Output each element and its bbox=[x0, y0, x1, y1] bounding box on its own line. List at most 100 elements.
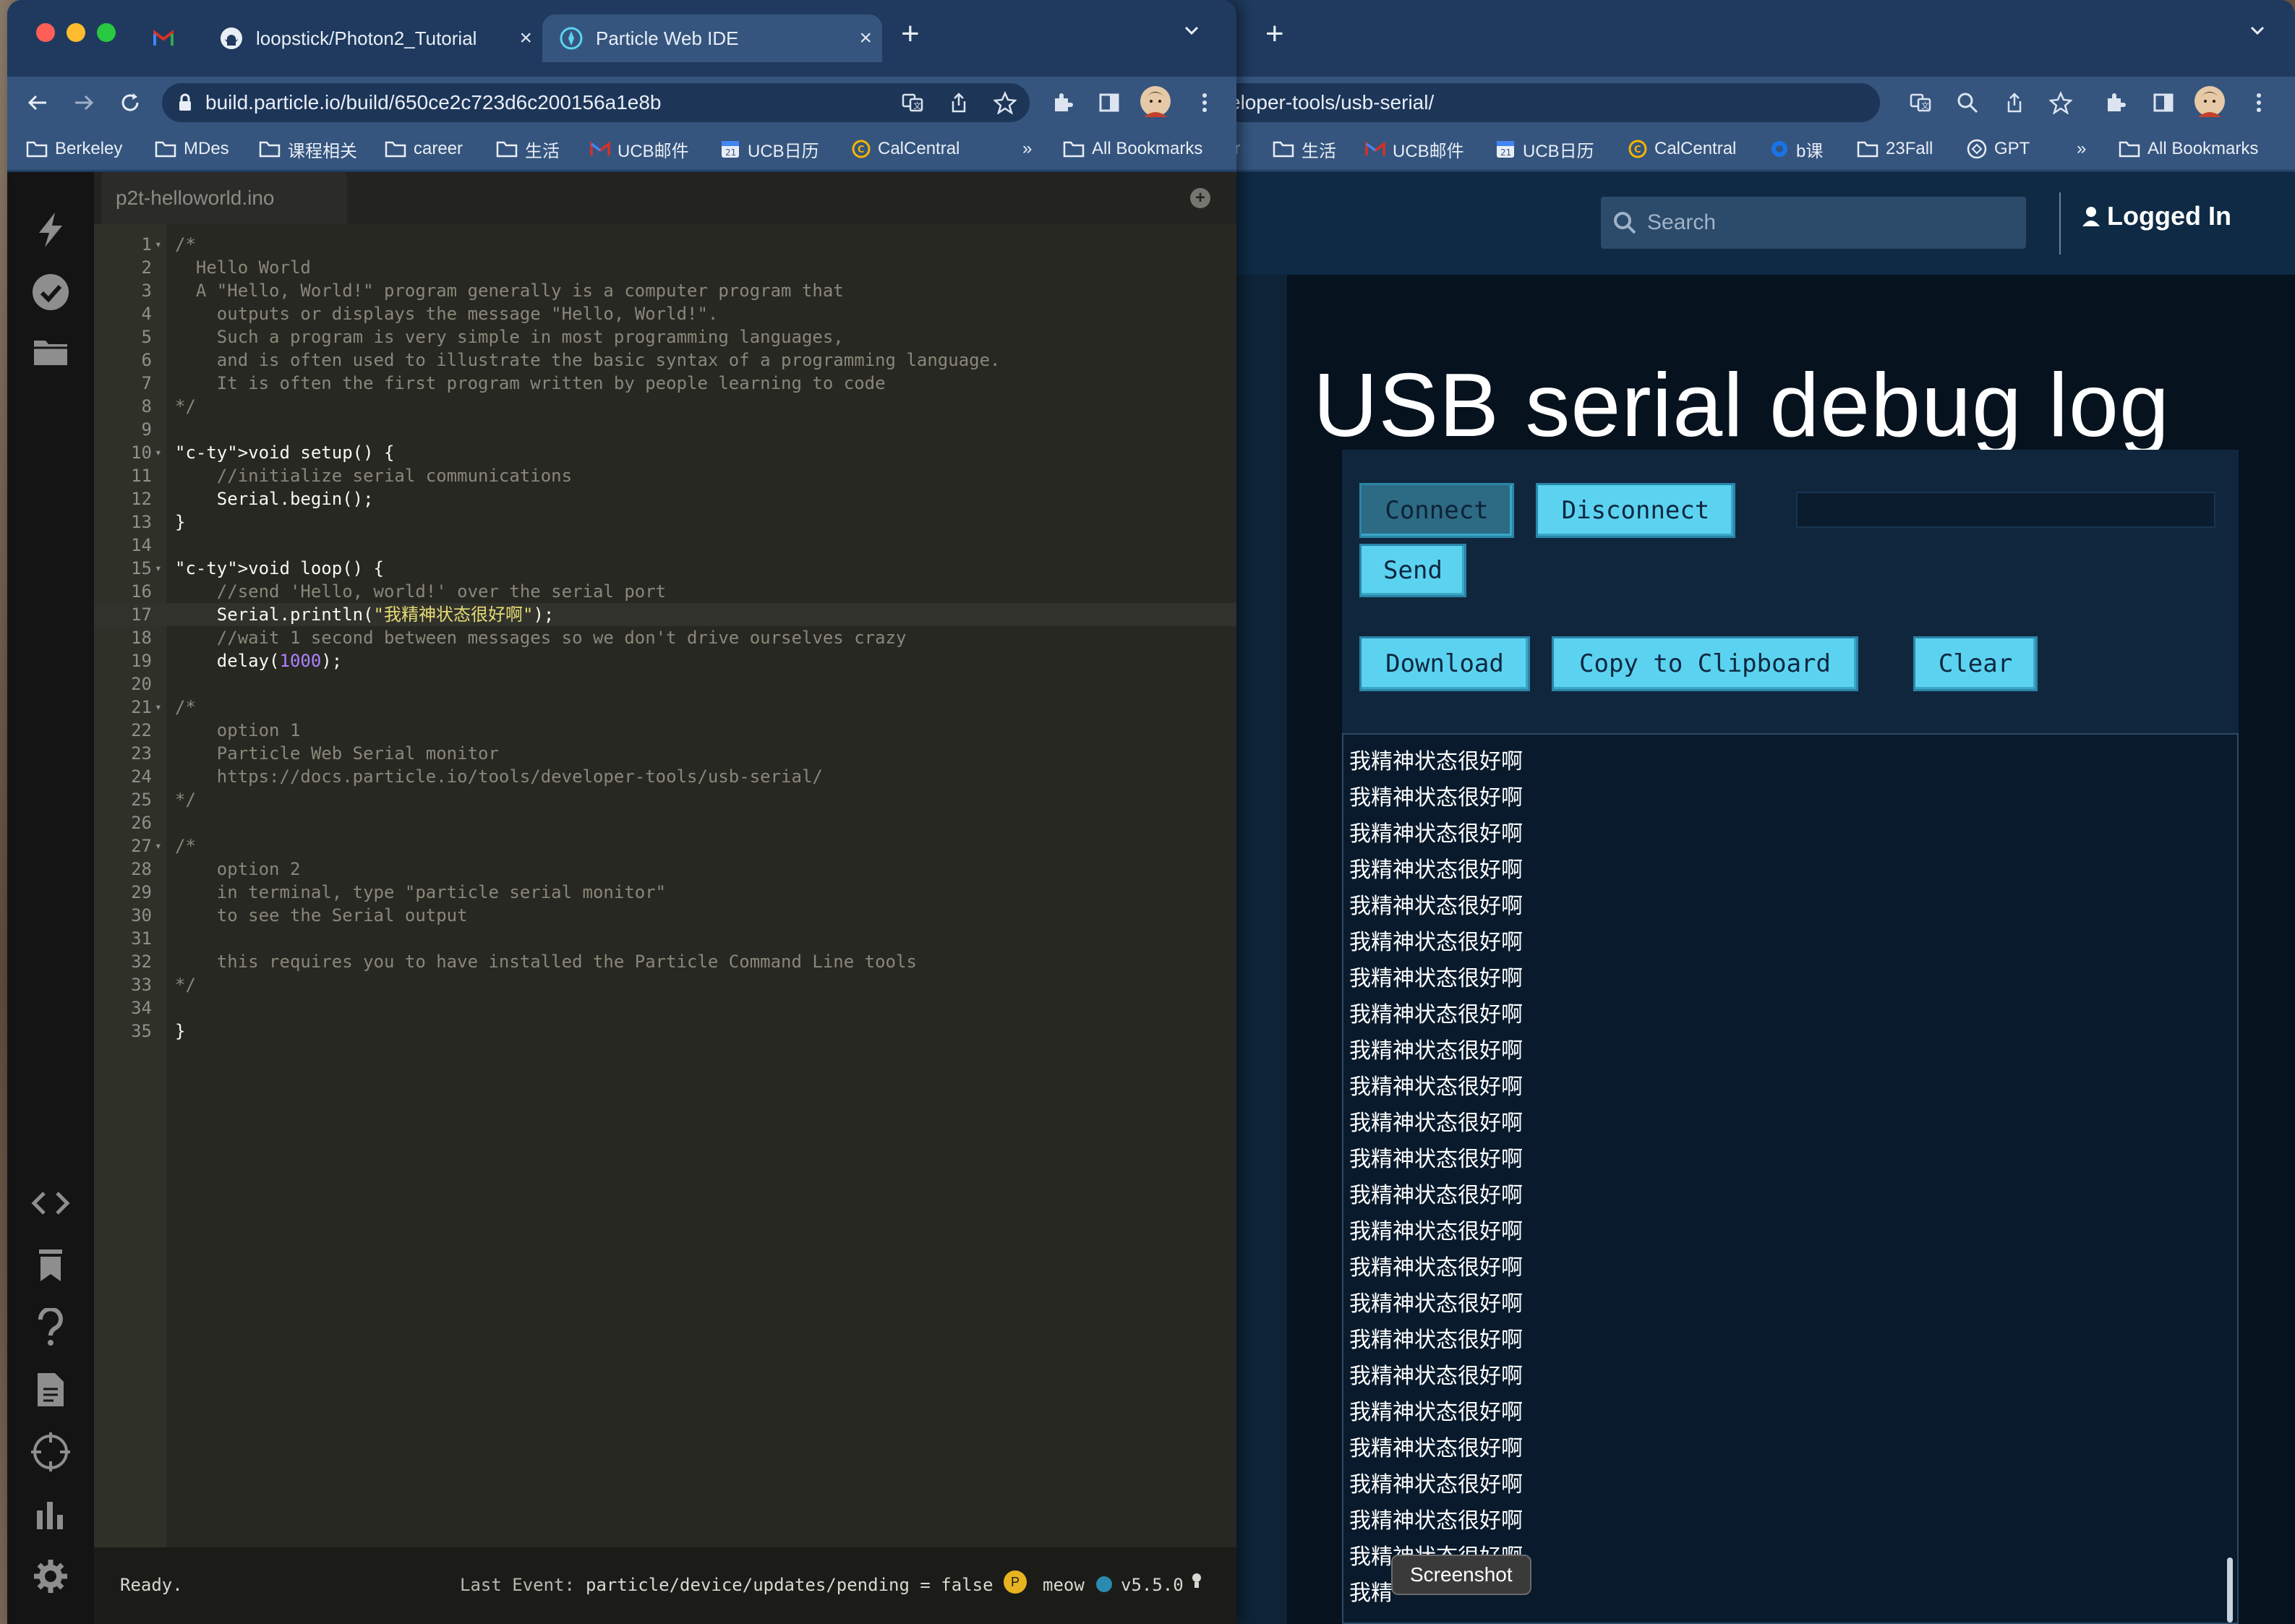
bookmark-item[interactable]: C CalCentral bbox=[1628, 127, 1736, 171]
extensions-puzzle-icon[interactable] bbox=[1051, 91, 1074, 114]
bookmarks-overflow-button[interactable]: » bbox=[2077, 127, 2086, 171]
bookmark-folder[interactable]: career bbox=[385, 127, 463, 171]
file-tab[interactable]: p2t-helloworld.ino bbox=[101, 172, 347, 224]
add-file-icon[interactable]: + bbox=[1190, 188, 1210, 208]
tab-github[interactable]: loopstick/Photon2_Tutorial × bbox=[202, 14, 542, 62]
code-line[interactable]: 24 https://docs.particle.io/tools/develo… bbox=[94, 765, 1236, 788]
settings-gear-icon[interactable] bbox=[27, 1553, 74, 1599]
device-platform-badge[interactable]: P bbox=[1004, 1570, 1027, 1594]
close-tab-icon[interactable]: × bbox=[859, 26, 872, 51]
device-os-version[interactable]: v5.5.0 bbox=[1121, 1575, 1184, 1595]
minimize-window-button[interactable] bbox=[67, 23, 85, 42]
code-line[interactable]: 22 option 1 bbox=[94, 719, 1236, 742]
code-line[interactable]: 3 A "Hello, World!" program generally is… bbox=[94, 279, 1236, 302]
code-line[interactable]: 12 Serial.begin(); bbox=[94, 487, 1236, 510]
all-bookmarks-folder[interactable]: All Bookmarks bbox=[2119, 127, 2258, 171]
code-line[interactable]: 9 bbox=[94, 418, 1236, 441]
serial-log-output[interactable]: 我精神状态很好啊 我精神状态很好啊 我精神状态很好啊 我精神状态很好啊 我精神状态很好啊… bbox=[1342, 733, 2239, 1624]
extensions-puzzle-icon[interactable] bbox=[2104, 91, 2127, 114]
back-arrow-icon[interactable] bbox=[26, 91, 49, 114]
all-bookmarks-folder[interactable]: All Bookmarks bbox=[1063, 127, 1202, 171]
address-bar[interactable]: eloper-tools/usb-serial/ bbox=[1186, 83, 1880, 122]
bookmark-folder[interactable]: 课程相关 bbox=[259, 127, 357, 171]
close-tab-icon[interactable]: × bbox=[519, 26, 532, 51]
code-line[interactable]: 19 delay(1000); bbox=[94, 649, 1236, 672]
device-name[interactable]: meow bbox=[1043, 1575, 1085, 1595]
code-line[interactable]: 6 and is often used to illustrate the ba… bbox=[94, 349, 1236, 372]
library-bookmark-icon[interactable] bbox=[27, 1242, 74, 1288]
fullscreen-window-button[interactable] bbox=[97, 23, 116, 42]
code-line[interactable]: 34 bbox=[94, 996, 1236, 1020]
bookmark-star-icon[interactable] bbox=[2049, 91, 2072, 114]
new-tab-button[interactable]: + bbox=[901, 16, 920, 52]
bookmark-folder[interactable]: MDes bbox=[155, 127, 229, 171]
side-panel-icon[interactable] bbox=[1098, 91, 1121, 114]
help-question-icon[interactable] bbox=[27, 1304, 74, 1351]
search-input[interactable]: Search bbox=[1601, 197, 2026, 249]
zoom-icon[interactable] bbox=[1956, 91, 1979, 114]
forward-arrow-icon[interactable] bbox=[72, 91, 95, 114]
code-line[interactable]: 32 this requires you to have installed t… bbox=[94, 950, 1236, 973]
flash-lightning-icon[interactable] bbox=[27, 207, 74, 253]
share-icon[interactable] bbox=[947, 91, 970, 114]
reload-icon[interactable] bbox=[119, 91, 142, 114]
code-line[interactable]: 11 //initialize serial communications bbox=[94, 464, 1236, 487]
bookmark-folder[interactable]: Berkeley bbox=[26, 127, 122, 171]
side-panel-icon[interactable] bbox=[2152, 91, 2175, 114]
code-line[interactable]: 16 //send 'Hello, world!' over the seria… bbox=[94, 580, 1236, 603]
code-line[interactable]: 18 //wait 1 second between messages so w… bbox=[94, 626, 1236, 649]
new-tab-button[interactable]: + bbox=[1265, 16, 1284, 52]
fold-arrow-icon[interactable]: ▾ bbox=[155, 696, 162, 719]
disconnect-button[interactable]: Disconnect bbox=[1536, 483, 1735, 538]
code-line[interactable]: 28 option 2 bbox=[94, 858, 1236, 881]
code-editor[interactable]: 1 ▾/* 2 Hello World 3 A "Hello, World!" pro… bbox=[94, 224, 1236, 1547]
send-text-input[interactable] bbox=[1796, 492, 2215, 528]
code-line[interactable]: 35} bbox=[94, 1020, 1236, 1043]
send-button[interactable]: Send bbox=[1359, 544, 1466, 597]
fold-arrow-icon[interactable]: ▾ bbox=[155, 834, 162, 858]
fold-arrow-icon[interactable]: ▾ bbox=[155, 557, 162, 580]
code-line[interactable]: 13} bbox=[94, 510, 1236, 534]
code-line[interactable]: 20 bbox=[94, 672, 1236, 696]
code-line[interactable]: 2 Hello World bbox=[94, 256, 1236, 279]
bookmark-item[interactable]: C CalCentral bbox=[852, 127, 960, 171]
profile-avatar[interactable] bbox=[1140, 85, 1171, 117]
code-line[interactable]: 30 to see the Serial output bbox=[94, 904, 1236, 927]
devices-target-icon[interactable] bbox=[27, 1429, 74, 1475]
log-scrollbar[interactable] bbox=[2227, 1557, 2233, 1623]
bookmark-item[interactable]: 21 UCB日历 bbox=[720, 127, 819, 171]
verify-check-icon[interactable] bbox=[27, 269, 74, 315]
browser-menu-icon[interactable] bbox=[2255, 91, 2263, 114]
code-line[interactable]: 5 Such a program is very simple in most … bbox=[94, 325, 1236, 349]
lightbulb-icon[interactable] bbox=[1192, 1572, 1202, 1589]
bookmarks-overflow-button[interactable]: » bbox=[1022, 127, 1032, 171]
folder-icon[interactable] bbox=[27, 328, 74, 375]
bookmark-item[interactable]: 21 UCB日历 bbox=[1495, 127, 1594, 171]
address-bar[interactable]: build.particle.io/build/650ce2c723d6c200… bbox=[162, 83, 1030, 122]
bookmark-item[interactable]: b课 bbox=[1770, 127, 1823, 171]
clear-button[interactable]: Clear bbox=[1913, 636, 2038, 691]
bookmark-item[interactable]: GPT bbox=[1967, 127, 2030, 171]
connect-button[interactable]: Connect bbox=[1359, 483, 1514, 538]
profile-avatar[interactable] bbox=[2194, 85, 2226, 117]
bookmark-folder[interactable]: 生活 bbox=[1273, 127, 1336, 171]
code-line[interactable]: 15 ▾ "c-ty">void loop() { bbox=[94, 557, 1236, 580]
document-icon[interactable] bbox=[27, 1367, 74, 1413]
code-line[interactable]: 25 */ bbox=[94, 788, 1236, 811]
share-icon[interactable] bbox=[2003, 91, 2026, 114]
code-line[interactable]: 10 ▾ "c-ty">void setup() { bbox=[94, 441, 1236, 464]
code-line[interactable]: 26 bbox=[94, 811, 1236, 834]
code-line[interactable]: 17 Serial.println("我精神状态很好啊"); bbox=[94, 603, 1236, 626]
fold-arrow-icon[interactable]: ▾ bbox=[155, 441, 162, 464]
code-line[interactable]: 23 Particle Web Serial monitor bbox=[94, 742, 1236, 765]
translate-icon[interactable]: 文 bbox=[901, 91, 924, 114]
code-line[interactable]: 14 bbox=[94, 534, 1236, 557]
console-chart-icon[interactable] bbox=[27, 1491, 74, 1537]
bookmark-folder[interactable]: 生活 bbox=[496, 127, 560, 171]
bookmark-folder[interactable]: 23Fall bbox=[1857, 127, 1933, 171]
code-line[interactable]: 1 ▾ /* bbox=[94, 233, 1236, 256]
copy-to-clipboard-button[interactable]: Copy to Clipboard bbox=[1552, 636, 1858, 691]
code-line[interactable]: 8 */ bbox=[94, 395, 1236, 418]
tab-search-chevron-icon[interactable] bbox=[1183, 22, 1200, 39]
translate-icon[interactable]: 文 bbox=[1909, 91, 1932, 114]
